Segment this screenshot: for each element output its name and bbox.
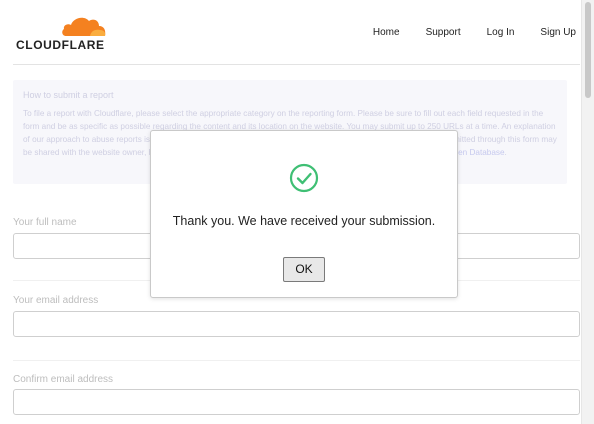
confirm-email-input[interactable] — [13, 389, 580, 415]
form-divider — [13, 360, 580, 361]
top-nav: Home Support Log In Sign Up — [373, 27, 576, 38]
full-name-label: Your full name — [13, 217, 77, 228]
check-circle-icon — [289, 163, 319, 193]
nav-home[interactable]: Home — [373, 27, 400, 38]
instructions-title: How to submit a report — [23, 90, 114, 100]
confirm-email-label: Confirm email address — [13, 374, 114, 385]
cloudflare-logo[interactable]: CLOUDFLARE — [16, 14, 126, 52]
cloud-icon — [62, 17, 106, 36]
ok-button[interactable]: OK — [283, 257, 325, 282]
email-input[interactable] — [13, 311, 580, 337]
logo-wordmark: CLOUDFLARE — [16, 38, 105, 52]
header-divider — [13, 64, 580, 65]
page: CLOUDFLARE Home Support Log In Sign Up H… — [0, 0, 594, 424]
page-scrollbar[interactable] — [581, 0, 594, 424]
nav-sign-up[interactable]: Sign Up — [540, 27, 576, 38]
dialog-message: Thank you. We have received your submiss… — [172, 214, 436, 228]
instructions-body-3: . — [504, 148, 507, 157]
nav-support[interactable]: Support — [426, 27, 461, 38]
scrollbar-thumb[interactable] — [585, 2, 591, 98]
nav-log-in[interactable]: Log In — [487, 27, 515, 38]
email-label: Your email address — [13, 295, 99, 306]
confirmation-dialog: Thank you. We have received your submiss… — [150, 130, 458, 298]
